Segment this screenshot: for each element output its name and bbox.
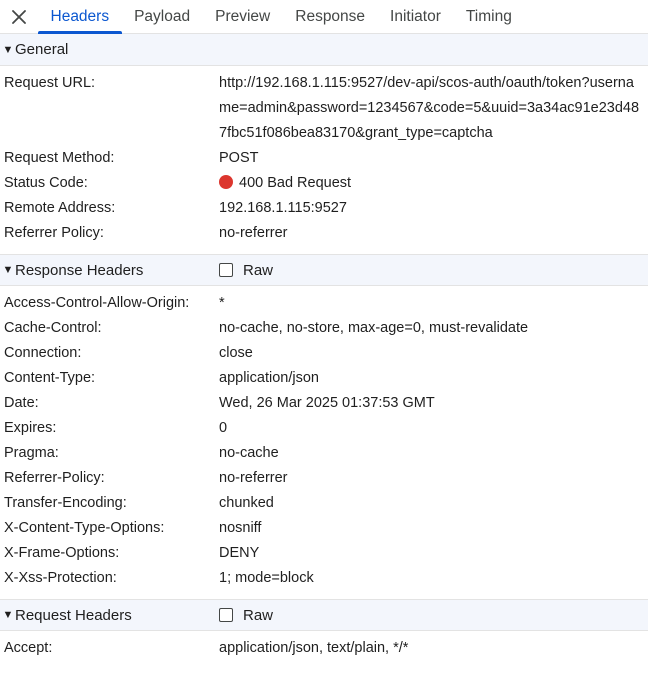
tab-headers[interactable]: Headers <box>38 0 122 34</box>
header-key: Date: <box>4 395 39 411</box>
tab-timing[interactable]: Timing <box>453 0 524 33</box>
header-value[interactable]: application/json <box>219 366 648 391</box>
response-header-rows: Access-Control-Allow-Origin: * Cache-Contr… <box>0 286 648 599</box>
devtools-tab-bar: Headers Payload Preview Response Initiat… <box>0 0 648 34</box>
general-row-request-url: Request URL: http://192.168.1.115:9527/d… <box>0 71 648 146</box>
header-value[interactable]: DENY <box>219 541 648 566</box>
header-row: X-Frame-Options: DENY <box>0 541 648 566</box>
header-key: Referrer-Policy: <box>4 470 105 486</box>
section-title: General <box>15 41 69 58</box>
general-row-status-code: Status Code: 400 Bad Request <box>0 171 648 196</box>
header-value[interactable]: no-referrer <box>219 466 648 491</box>
header-value[interactable]: nosniff <box>219 516 648 541</box>
header-key: X-Frame-Options: <box>4 545 120 561</box>
header-key: Cache-Control: <box>4 320 102 336</box>
checkbox-box[interactable] <box>219 263 233 277</box>
general-row-referrer-policy: Referrer Policy: no-referrer <box>0 221 648 246</box>
header-key: X-Xss-Protection: <box>4 570 117 586</box>
header-row: X-Xss-Protection: 1; mode=block <box>0 566 648 591</box>
header-row: Expires: 0 <box>0 416 648 441</box>
raw-label: Raw <box>243 606 274 624</box>
status-value[interactable]: 400 Bad Request <box>219 171 648 196</box>
header-value[interactable]: chunked <box>219 491 648 516</box>
header-key: Request URL: <box>4 75 96 91</box>
header-value[interactable]: http://192.168.1.115:9527/dev-api/scos-a… <box>219 71 648 146</box>
triangle-down-icon: ▼ <box>2 43 14 56</box>
header-key: Remote Address: <box>4 200 116 216</box>
header-key: Access-Control-Allow-Origin: <box>4 295 190 311</box>
header-row: Access-Control-Allow-Origin: * <box>0 291 648 316</box>
header-key: X-Content-Type-Options: <box>4 520 165 536</box>
tab-initiator[interactable]: Initiator <box>378 0 454 33</box>
header-key: Request Method: <box>4 150 115 166</box>
header-key: Expires: <box>4 420 57 436</box>
header-row: Connection: close <box>0 341 648 366</box>
status-error-icon <box>219 175 233 189</box>
general-section-header[interactable]: ▼ General <box>0 34 648 66</box>
header-value[interactable]: application/json, text/plain, */* <box>219 636 648 661</box>
header-value[interactable]: no-cache <box>219 441 648 466</box>
general-row-request-method: Request Method: POST <box>0 146 648 171</box>
request-headers-section-header[interactable]: ▼ Request Headers Raw <box>0 599 648 631</box>
header-row: X-Content-Type-Options: nosniff <box>0 516 648 541</box>
header-key: Status Code: <box>4 175 88 191</box>
header-value[interactable]: close <box>219 341 648 366</box>
header-row: Date: Wed, 26 Mar 2025 01:37:53 GMT <box>0 391 648 416</box>
header-row: Transfer-Encoding: chunked <box>0 491 648 516</box>
status-text: 400 Bad Request <box>239 175 352 191</box>
section-title: Response Headers <box>15 261 144 279</box>
tab-response[interactable]: Response <box>283 0 378 33</box>
header-value[interactable]: 192.168.1.115:9527 <box>219 196 648 221</box>
header-key: Accept: <box>4 640 53 656</box>
close-icon <box>12 9 26 24</box>
section-title: Request Headers <box>15 606 132 624</box>
header-key: Content-Type: <box>4 370 96 386</box>
header-row: Cache-Control: no-cache, no-store, max-ag… <box>0 316 648 341</box>
raw-checkbox[interactable]: Raw <box>219 255 273 285</box>
request-header-rows: Accept: application/json, text/plain, */* <box>0 631 648 669</box>
general-row-remote-address: Remote Address: 192.168.1.115:9527 <box>0 196 648 221</box>
general-rows: Request URL: http://192.168.1.115:9527/d… <box>0 66 648 254</box>
header-value[interactable]: Wed, 26 Mar 2025 01:37:53 GMT <box>219 391 648 416</box>
header-key: Transfer-Encoding: <box>4 495 127 511</box>
close-button[interactable] <box>0 0 38 33</box>
response-headers-section-header[interactable]: ▼ Response Headers Raw <box>0 254 648 286</box>
header-row: Pragma: no-cache <box>0 441 648 466</box>
header-value[interactable]: 0 <box>219 416 648 441</box>
raw-label: Raw <box>243 261 274 279</box>
header-key: Referrer Policy: <box>4 225 104 241</box>
tab-preview[interactable]: Preview <box>203 0 283 33</box>
triangle-down-icon: ▼ <box>2 264 14 276</box>
header-value[interactable]: no-referrer <box>219 221 648 246</box>
headers-panel: ▼ General Request URL: http://192.168.1.… <box>0 34 648 681</box>
header-value[interactable]: 1; mode=block <box>219 566 648 591</box>
tab-payload[interactable]: Payload <box>122 0 203 33</box>
header-value[interactable]: no-cache, no-store, max-age=0, must-reva… <box>219 316 648 341</box>
header-value[interactable]: POST <box>219 146 648 171</box>
raw-checkbox[interactable]: Raw <box>219 600 273 630</box>
header-key: Pragma: <box>4 445 59 461</box>
header-row: Accept: application/json, text/plain, */* <box>0 636 648 661</box>
triangle-down-icon: ▼ <box>2 609 14 621</box>
header-row: Referrer-Policy: no-referrer <box>0 466 648 491</box>
header-key: Connection: <box>4 345 82 361</box>
checkbox-box[interactable] <box>219 608 233 622</box>
header-row: Content-Type: application/json <box>0 366 648 391</box>
header-value[interactable]: * <box>219 291 648 316</box>
